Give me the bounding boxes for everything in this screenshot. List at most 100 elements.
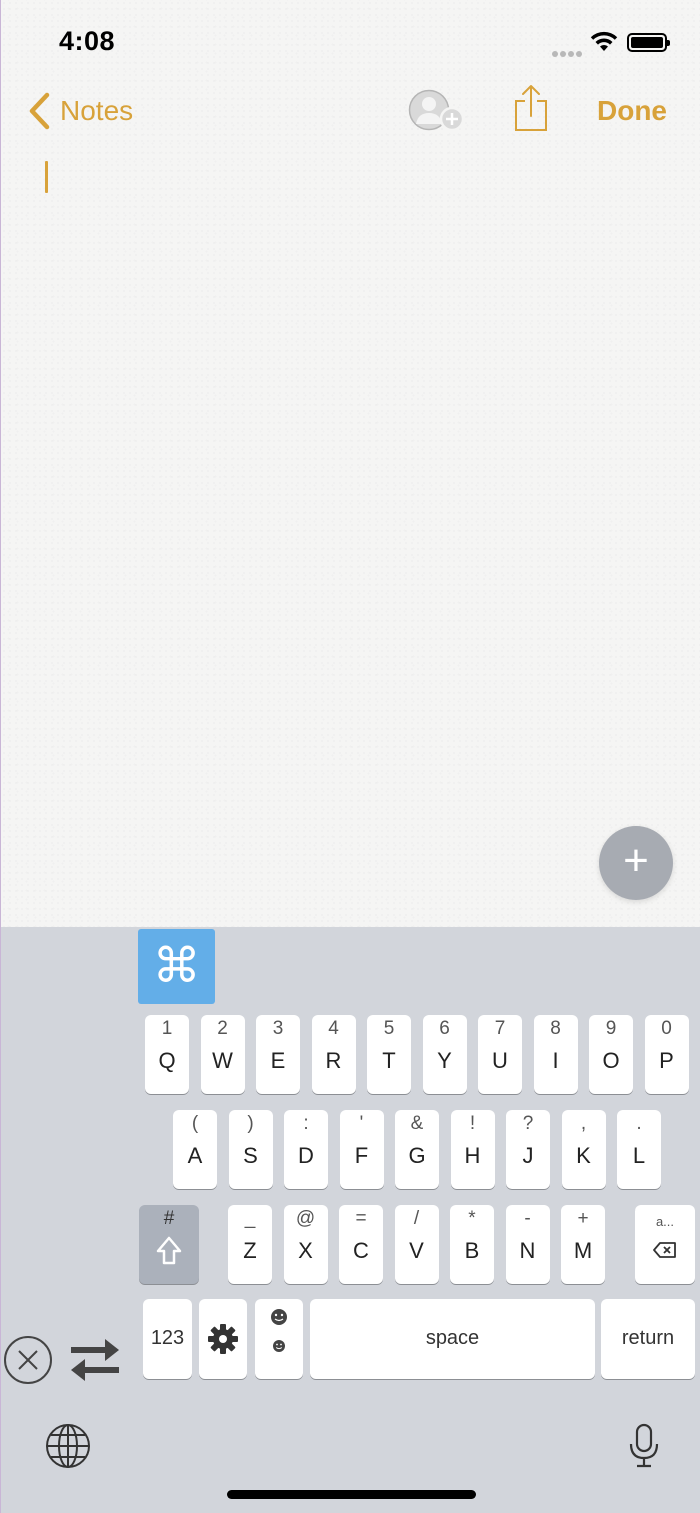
key-l[interactable]: .L: [617, 1110, 661, 1189]
text-cursor: [45, 161, 48, 193]
key-label: Y: [437, 1048, 452, 1073]
key-hint: (: [191, 1113, 199, 1134]
battery-icon: [627, 33, 670, 52]
command-key[interactable]: ⌘: [138, 929, 215, 1004]
key-label: M: [573, 1238, 593, 1263]
key-label: T: [382, 1048, 396, 1073]
microphone-icon[interactable]: [628, 1422, 660, 1475]
key-hint: 1: [161, 1018, 173, 1039]
return-label: return: [621, 1327, 675, 1349]
key-y[interactable]: 6Y: [422, 1015, 467, 1094]
key-h[interactable]: ! H: [450, 1110, 495, 1189]
key-hint: @: [295, 1208, 316, 1229]
key-v[interactable]: / V: [394, 1205, 439, 1284]
key-hint: ,: [580, 1113, 587, 1134]
swap-icon[interactable]: [67, 1336, 123, 1389]
key-w[interactable]: 2W: [200, 1015, 245, 1094]
key-o[interactable]: 9O: [589, 1015, 633, 1094]
key-hint: 8: [550, 1018, 561, 1039]
key-label: D: [298, 1143, 314, 1168]
key-label: Q: [158, 1048, 176, 1073]
key-label: C: [353, 1238, 369, 1263]
delete-hint: a...: [655, 1214, 675, 1229]
key-hint: .: [636, 1113, 642, 1134]
key-label: L: [632, 1143, 646, 1168]
key-label: A: [187, 1143, 203, 1168]
key-f[interactable]: ' F: [339, 1110, 384, 1189]
key-label: K: [576, 1143, 591, 1168]
shift-arrow-icon: [155, 1235, 183, 1272]
numbers-key[interactable]: 123: [143, 1299, 192, 1379]
key-q[interactable]: 1Q: [145, 1015, 189, 1094]
key-hint: 2: [217, 1018, 228, 1039]
done-button[interactable]: Done: [597, 95, 667, 127]
share-icon[interactable]: [513, 84, 549, 137]
key-label: B: [464, 1238, 480, 1263]
key-hint: :: [303, 1113, 309, 1134]
back-button[interactable]: Notes: [60, 95, 133, 127]
key-a[interactable]: (A: [173, 1110, 217, 1189]
signal-dots-icon: [552, 44, 584, 62]
key-k[interactable]: ,K: [561, 1110, 606, 1189]
key-c[interactable]: = C: [339, 1205, 383, 1284]
key-hint: ): [247, 1113, 254, 1134]
wifi-icon: [589, 30, 619, 57]
key-hint: 3: [272, 1018, 284, 1039]
key-label: I: [552, 1048, 559, 1073]
key-hint: 6: [439, 1018, 450, 1039]
key-p[interactable]: 0P: [644, 1015, 689, 1094]
shift-hint: #: [163, 1208, 175, 1229]
key-z[interactable]: _ Z: [228, 1205, 272, 1284]
key-label: H: [464, 1143, 481, 1168]
key-label: R: [325, 1048, 342, 1073]
key-x[interactable]: @ X: [283, 1205, 328, 1284]
status-time: 4:08: [59, 26, 116, 56]
emoji-icon: [268, 1308, 290, 1369]
globe-icon[interactable]: [44, 1422, 92, 1475]
key-label: S: [243, 1143, 258, 1168]
key-j[interactable]: ? J: [506, 1110, 550, 1189]
back-chevron-icon[interactable]: [27, 92, 51, 135]
emoji-key[interactable]: [255, 1299, 303, 1379]
key-b[interactable]: * B: [450, 1205, 494, 1284]
key-e[interactable]: 3E: [256, 1015, 300, 1094]
key-hint: _: [244, 1208, 256, 1229]
key-i[interactable]: 8I: [533, 1015, 578, 1094]
key-s[interactable]: ) S: [228, 1110, 273, 1189]
key-label: X: [298, 1238, 313, 1263]
note-paper[interactable]: [1, 0, 700, 927]
key-hint: 4: [328, 1018, 339, 1039]
space-label: space: [425, 1327, 480, 1349]
key-hint: 7: [494, 1018, 506, 1039]
key-d[interactable]: :D: [284, 1110, 328, 1189]
key-hint: !: [469, 1113, 476, 1134]
key-r[interactable]: 4R: [311, 1015, 356, 1094]
add-person-icon[interactable]: [408, 89, 466, 140]
key-hint: +: [577, 1208, 589, 1229]
space-key[interactable]: space: [310, 1299, 595, 1379]
gear-icon: [206, 1322, 240, 1361]
dismiss-keyboard-button[interactable]: [4, 1336, 52, 1384]
add-button[interactable]: +: [599, 826, 673, 900]
key-hint: =: [355, 1208, 367, 1229]
settings-key[interactable]: [199, 1299, 247, 1379]
key-hint: ?: [522, 1113, 534, 1134]
numbers-label: 123: [150, 1327, 185, 1349]
key-label: F: [354, 1143, 369, 1168]
delete-key[interactable]: a...: [635, 1205, 695, 1284]
home-indicator: [227, 1490, 476, 1499]
key-hint: /: [413, 1208, 420, 1229]
key-m[interactable]: + M: [561, 1205, 605, 1284]
key-u[interactable]: 7U: [478, 1015, 522, 1094]
key-label: G: [408, 1143, 426, 1168]
return-key[interactable]: return: [601, 1299, 695, 1379]
key-label: U: [492, 1048, 508, 1073]
key-n[interactable]: -N: [505, 1205, 550, 1284]
key-hint: -: [524, 1208, 531, 1229]
shift-key[interactable]: #: [139, 1205, 199, 1284]
key-hint: ': [359, 1113, 364, 1134]
key-t[interactable]: 5T: [367, 1015, 411, 1094]
key-hint: *: [468, 1208, 476, 1229]
key-g[interactable]: & G: [395, 1110, 439, 1189]
key-hint: 0: [661, 1018, 672, 1039]
